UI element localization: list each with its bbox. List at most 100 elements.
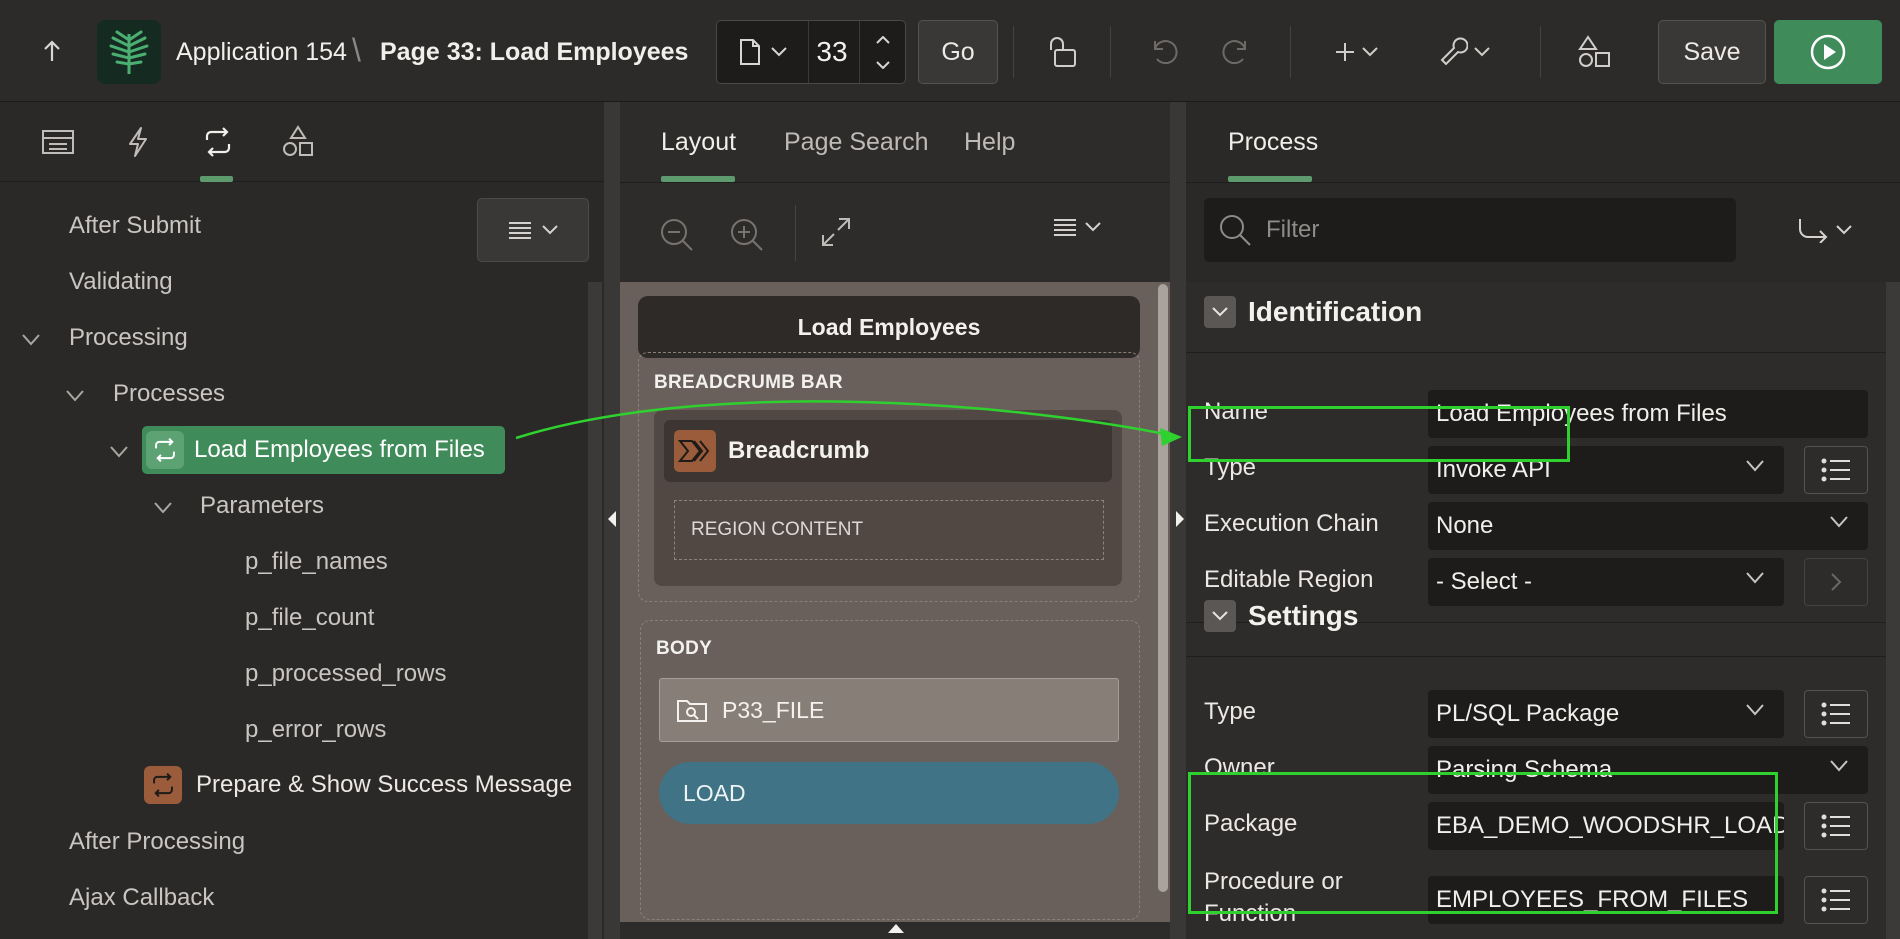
chevron-down-icon[interactable] (1204, 296, 1236, 328)
name-field[interactable]: Load Employees from Files (1428, 390, 1868, 438)
layout-toolbar (621, 183, 1175, 283)
tree-node-processes[interactable]: Processes (113, 380, 225, 408)
region-content-slot[interactable]: REGION CONTENT (674, 500, 1104, 560)
load-button[interactable]: LOAD (659, 762, 1119, 824)
chevron-down-icon[interactable] (110, 446, 128, 458)
tab-layout[interactable]: Layout (661, 128, 736, 157)
tree-node-parameters[interactable]: Parameters (200, 492, 324, 520)
type-label: Type (1204, 454, 1257, 481)
breadcrumb-region[interactable]: Breadcrumb (664, 420, 1112, 482)
package-field[interactable]: EBA_DEMO_WOODSHR_LOAD (1428, 802, 1784, 850)
chevron-down-icon (1830, 516, 1848, 528)
rendering-tab[interactable] (36, 120, 80, 164)
dynamic-actions-tab[interactable] (116, 120, 160, 164)
process-icon (144, 766, 182, 804)
undo-icon[interactable] (1144, 30, 1184, 74)
type-select[interactable]: Invoke API (1428, 446, 1784, 494)
section-settings[interactable]: Settings (1204, 600, 1358, 632)
toolbar-divider (795, 205, 796, 261)
utilities-menu-button[interactable] (1432, 30, 1496, 74)
breadcrumb-icon (674, 430, 716, 472)
run-page-button[interactable] (1774, 20, 1882, 84)
up-arrow-icon[interactable] (36, 34, 68, 68)
tree-node-validating[interactable]: Validating (69, 268, 173, 296)
zoom-out-icon[interactable] (659, 217, 695, 253)
tree-node-param[interactable]: p_file_count (245, 604, 374, 632)
section-identification[interactable]: Identification (1204, 296, 1422, 328)
go-button[interactable]: Go (918, 20, 998, 84)
filter-input[interactable]: Filter (1204, 198, 1736, 262)
chevron-down-icon[interactable] (154, 502, 172, 514)
editable-region-select[interactable]: - Select - (1428, 558, 1784, 606)
editable-region-label: Editable Region (1204, 566, 1374, 593)
filter-placeholder: Filter (1266, 216, 1320, 243)
chevron-down-icon[interactable] (1204, 600, 1236, 632)
shapes-icon (283, 125, 313, 156)
tree-node-after-processing[interactable]: After Processing (69, 828, 245, 856)
toolbar-divider (1290, 26, 1291, 78)
execution-chain-select[interactable]: None (1428, 502, 1868, 550)
rendering-icon (42, 130, 74, 154)
list-picker-button[interactable] (1804, 802, 1868, 850)
collapse-bottom-icon[interactable] (886, 922, 906, 934)
tab-help[interactable]: Help (964, 128, 1015, 157)
go-to-region-button[interactable] (1804, 558, 1868, 606)
chevron-up-icon[interactable] (875, 35, 890, 44)
layout-menu-button[interactable] (1053, 217, 1101, 237)
canvas-scrollbar[interactable] (1158, 284, 1168, 892)
list-picker-button[interactable] (1804, 690, 1868, 738)
save-button[interactable]: Save (1658, 20, 1766, 84)
tree-node-load-employees-from-files[interactable]: Load Employees from Files (142, 426, 505, 474)
page-number-spinner[interactable] (859, 21, 905, 83)
page-number-input[interactable]: 33 (809, 36, 855, 68)
procedure-field[interactable]: EMPLOYEES_FROM_FILES (1428, 876, 1784, 924)
chevron-down-icon[interactable] (875, 60, 890, 69)
chevron-down-icon[interactable] (22, 334, 40, 346)
processing-tab[interactable] (196, 120, 240, 164)
unlock-icon[interactable] (1044, 30, 1084, 74)
top-toolbar: Application 154 \ Page 33: Load Employee… (0, 0, 1900, 102)
create-menu-button[interactable] (1324, 30, 1388, 74)
page-number-selector[interactable]: 33 (716, 20, 906, 84)
tree-node-ajax-callback[interactable]: Ajax Callback (69, 884, 214, 912)
tree-node-prepare-success-message[interactable]: Prepare & Show Success Message (144, 766, 572, 804)
collapse-right-icon[interactable] (1174, 510, 1186, 528)
chevron-down-icon (542, 225, 558, 235)
redo-icon[interactable] (1216, 30, 1256, 74)
breadcrumb-region-label: Breadcrumb (728, 437, 870, 464)
file-item-p33-file[interactable]: P33_FILE (659, 678, 1119, 742)
tab-page-search[interactable]: Page Search (784, 128, 929, 157)
chevron-down-icon[interactable] (66, 390, 84, 402)
settings-type-label: Type (1204, 698, 1257, 725)
tree-node-param[interactable]: p_processed_rows (245, 660, 446, 688)
process-icon (146, 431, 184, 469)
list-icon (1821, 458, 1850, 482)
page-finder-button[interactable] (717, 21, 809, 83)
tree-menu-button[interactable] (477, 198, 589, 262)
tree-node-processing[interactable]: Processing (69, 324, 188, 352)
chevron-down-icon (1830, 760, 1848, 772)
owner-select[interactable]: Parsing Schema (1428, 746, 1868, 794)
shared-components-icon[interactable] (1572, 30, 1616, 74)
layout-page-title[interactable]: Load Employees (638, 296, 1140, 358)
menu-lines-icon (1054, 219, 1076, 236)
app-logo-icon[interactable] (97, 20, 161, 84)
list-picker-button[interactable] (1804, 446, 1868, 494)
settings-type-select[interactable]: PL/SQL Package (1428, 690, 1784, 738)
expand-icon[interactable] (821, 217, 851, 247)
right-scrollbar[interactable] (1886, 282, 1900, 939)
tree-node-param[interactable]: p_file_names (245, 548, 388, 576)
zoom-in-icon[interactable] (729, 217, 765, 253)
collapse-left-icon[interactable] (606, 510, 618, 528)
list-picker-button[interactable] (1804, 876, 1868, 924)
tab-process[interactable]: Process (1228, 128, 1318, 157)
tree-node-after-submit[interactable]: After Submit (69, 212, 201, 240)
tree-node-param[interactable]: p_error_rows (245, 716, 386, 744)
shared-components-tab[interactable] (276, 120, 320, 164)
application-name-link[interactable]: Application 154 (176, 38, 347, 67)
page-title: Page 33: Load Employees (380, 38, 689, 66)
left-scrollbar[interactable] (588, 282, 602, 939)
go-to-group-button[interactable] (1790, 210, 1860, 250)
play-icon (1810, 34, 1846, 70)
settings-type-value: PL/SQL Package (1436, 700, 1620, 727)
